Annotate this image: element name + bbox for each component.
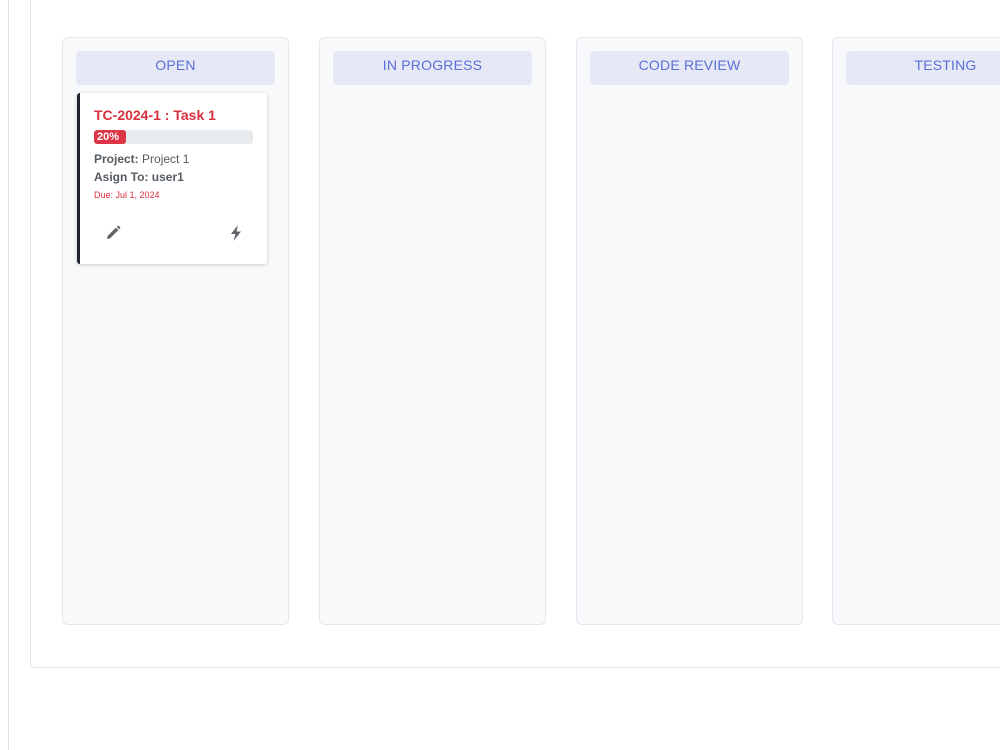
task-card[interactable]: TC-2024-1 : Task 1 20% Project: Project … [77, 93, 267, 264]
pencil-icon [107, 225, 121, 239]
column-testing: TESTING [832, 37, 1000, 625]
task-progress-label: 20% [97, 131, 120, 143]
page: OPEN TC-2024-1 : Task 1 20% Project: Pro… [0, 0, 1000, 750]
task-project-value: Project 1 [142, 152, 190, 166]
task-due-date: Due: Jul 1, 2024 [94, 190, 160, 200]
column-code-review: CODE REVIEW [576, 37, 803, 625]
edit-task-button[interactable] [102, 222, 124, 244]
column-in-progress: IN PROGRESS [319, 37, 546, 625]
left-rail-divider [8, 0, 9, 750]
task-assignee-value: user1 [151, 170, 184, 184]
quick-action-button[interactable] [225, 222, 247, 244]
task-title[interactable]: TC-2024-1 : Task 1 [94, 107, 216, 123]
task-assignee-label: Asign To: [94, 170, 149, 184]
task-project: Project: Project 1 [94, 152, 189, 166]
column-header-testing: TESTING [846, 51, 1000, 85]
task-progress-bar: 20% [94, 130, 253, 144]
column-open: OPEN TC-2024-1 : Task 1 20% Project: Pro… [62, 37, 289, 625]
task-assignee: Asign To: user1 [94, 170, 184, 184]
column-header-in-progress: IN PROGRESS [333, 51, 532, 85]
task-project-label: Project: [94, 152, 139, 166]
column-header-open: OPEN [76, 51, 275, 85]
bolt-icon [231, 225, 241, 241]
column-header-code-review: CODE REVIEW [590, 51, 789, 85]
